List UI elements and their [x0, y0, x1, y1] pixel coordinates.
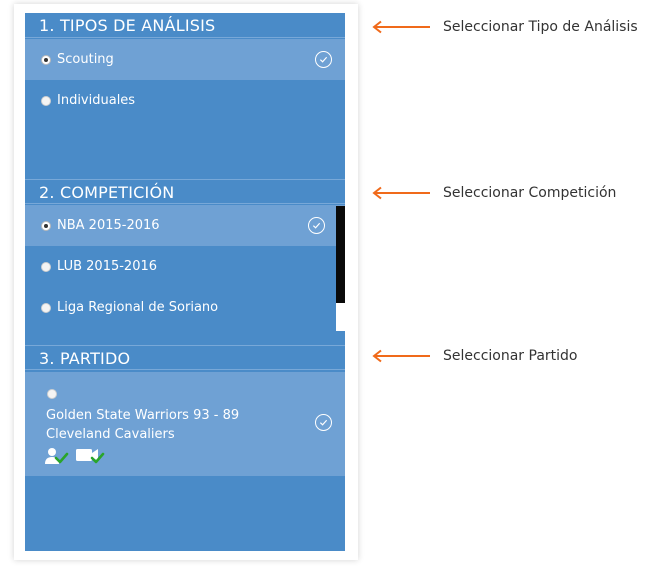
annotation-text: Seleccionar Tipo de Análisis [443, 19, 638, 35]
arrow-left-icon [372, 20, 430, 34]
option-label: Individuales [57, 93, 136, 108]
check-circle-icon [315, 51, 332, 68]
check-circle-icon [308, 217, 325, 234]
annotation-text: Seleccionar Partido [443, 348, 578, 364]
radio-selected-icon[interactable] [41, 220, 51, 231]
annotation-analysis-type: Seleccionar Tipo de Análisis [372, 16, 661, 38]
radio-selected-icon[interactable] [41, 54, 51, 65]
radio-unselected-icon[interactable] [47, 389, 57, 399]
section-header-analysis-types: 1. TIPOS DE ANÁLISIS [25, 13, 345, 38]
option-label: Liga Regional de Soriano [57, 300, 219, 315]
scrollbar-thumb[interactable] [336, 206, 345, 303]
option-label: LUB 2015-2016 [57, 259, 158, 274]
option-nba-2015-2016[interactable]: NBA 2015-2016 [25, 205, 345, 246]
selection-panel: 1. TIPOS DE ANÁLISIS Scouting Individual… [25, 13, 345, 551]
annotation-competition: Seleccionar Competición [372, 182, 661, 204]
option-scouting[interactable]: Scouting [25, 39, 345, 80]
check-circle-icon [315, 414, 332, 431]
arrow-left-icon [372, 186, 430, 200]
arrow-left-icon [372, 349, 430, 363]
match-item[interactable]: Golden State Warriors 93 - 89 Cleveland … [25, 372, 345, 476]
section-header-match: 3. PARTIDO [25, 345, 345, 370]
option-label: NBA 2015-2016 [57, 218, 160, 233]
section-header-competition: 2. COMPETICIÓN [25, 179, 345, 204]
option-lub-2015-2016[interactable]: LUB 2015-2016 [25, 246, 345, 287]
radio-unselected-icon[interactable] [41, 302, 51, 313]
option-individuales[interactable]: Individuales [25, 80, 345, 121]
scrollbar-track[interactable] [336, 303, 345, 331]
user-check-icon [45, 448, 69, 464]
annotation-match: Seleccionar Partido [372, 345, 661, 367]
radio-unselected-icon[interactable] [41, 261, 51, 272]
option-liga-regional-soriano[interactable]: Liga Regional de Soriano [25, 287, 345, 328]
radio-unselected-icon[interactable] [41, 95, 51, 106]
match-title: Golden State Warriors 93 - 89 Cleveland … [46, 408, 240, 442]
option-label: Scouting [57, 52, 114, 67]
video-check-icon [76, 449, 105, 464]
annotation-text: Seleccionar Competición [443, 185, 617, 201]
